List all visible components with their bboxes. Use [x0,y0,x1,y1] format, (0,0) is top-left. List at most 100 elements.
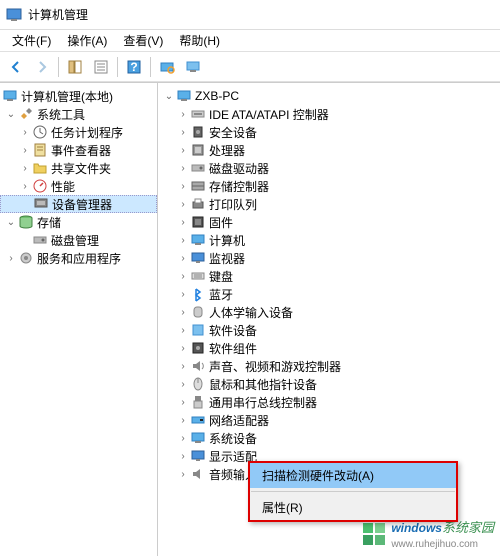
device-category-software[interactable]: ›软件设备 [158,321,500,339]
device-category-mouse[interactable]: ›鼠标和其他指针设备 [158,375,500,393]
device-category-diskdrive[interactable]: ›磁盘驱动器 [158,159,500,177]
device-category-cpu[interactable]: ›处理器 [158,141,500,159]
expand-icon[interactable]: › [176,269,190,283]
forward-button[interactable] [30,55,54,79]
devices-button[interactable] [181,55,205,79]
svg-text:?: ? [130,60,137,74]
device-category-label: 声音、视频和游戏控制器 [209,358,341,375]
tree-root-computer-management[interactable]: 计算机管理(本地) [0,87,157,105]
device-category-label: 监视器 [209,250,245,267]
diskdrive-icon [190,160,206,176]
device-category-netadapter[interactable]: › 网络适配器 [158,411,500,429]
device-category-sound[interactable]: › 声音、视频和游戏控制器 [158,357,500,375]
device-category-hid[interactable]: ›人体学输入设备 [158,303,500,321]
device-category-firmware[interactable]: ›固件 [158,213,500,231]
ide-icon [190,106,206,122]
context-menu: 扫描检测硬件改动(A) 属性(R) [248,461,458,522]
tree-device-manager[interactable]: 设备管理器 [0,195,157,213]
device-category-monitor[interactable]: › 监视器 [158,249,500,267]
expand-icon[interactable]: › [18,143,32,157]
tree-storage[interactable]: ⌄ 存储 [0,213,157,231]
expand-icon[interactable]: › [18,179,32,193]
tree-label: 存储 [37,214,61,231]
device-category-security[interactable]: › 安全设备 [158,123,500,141]
netadapter-icon [190,412,206,428]
menubar: 文件(F) 操作(A) 查看(V) 帮助(H) [0,30,500,52]
tree-label: 事件查看器 [51,142,111,159]
tree-task-scheduler[interactable]: › 任务计划程序 [0,123,157,141]
device-category-swcomp[interactable]: ›软件组件 [158,339,500,357]
back-button[interactable] [4,55,28,79]
tree-event-viewer[interactable]: › 事件查看器 [0,141,157,159]
expand-icon[interactable]: › [176,251,190,265]
help-button[interactable]: ? [122,55,146,79]
expand-icon[interactable]: › [176,341,190,355]
device-category-printqueue[interactable]: ›打印队列 [158,195,500,213]
device-category-keyboard[interactable]: › 键盘 [158,267,500,285]
device-category-computer[interactable]: ›计算机 [158,231,500,249]
keyboard-icon [190,268,206,284]
tree-shared-folders[interactable]: › 共享文件夹 [0,159,157,177]
windows-logo-icon [361,521,387,547]
expand-icon[interactable]: › [176,395,190,409]
collapse-icon[interactable]: ⌄ [4,215,18,229]
computer-icon [190,232,206,248]
expand-icon[interactable]: › [4,251,18,265]
folder-share-icon [32,160,48,176]
device-category-usb[interactable]: › 通用串行总线控制器 [158,393,500,411]
expand-icon[interactable]: › [18,125,32,139]
expand-icon[interactable]: › [176,467,190,481]
mouse-icon [190,376,206,392]
menu-view[interactable]: 查看(V) [115,30,171,51]
watermark-main: windows [391,521,442,535]
collapse-icon[interactable]: ⌄ [4,107,18,121]
expand-icon[interactable]: › [176,161,190,175]
tree-disk-management[interactable]: 磁盘管理 [0,231,157,249]
expand-icon[interactable]: › [176,125,190,139]
expand-icon[interactable]: › [176,287,190,301]
expand-icon[interactable]: › [176,215,190,229]
expand-icon[interactable]: › [176,233,190,247]
show-hide-button[interactable] [63,55,87,79]
storagectrl-icon [190,178,206,194]
tree-label: 计算机管理(本地) [21,88,113,105]
device-category-label: 通用串行总线控制器 [209,394,317,411]
menu-action[interactable]: 操作(A) [59,30,115,51]
ctx-properties[interactable]: 属性(R) [250,495,456,520]
expand-icon[interactable]: › [176,449,190,463]
device-category-bluetooth[interactable]: ›蓝牙 [158,285,500,303]
properties-button[interactable] [89,55,113,79]
device-category-label: 安全设备 [209,124,257,141]
collapse-icon[interactable]: ⌄ [162,89,176,103]
expand-icon[interactable]: › [176,413,190,427]
device-category-storagectrl[interactable]: ›存储控制器 [158,177,500,195]
expand-icon[interactable]: › [176,359,190,373]
device-category-label: 系统设备 [209,430,257,447]
scan-hardware-button[interactable] [155,55,179,79]
tree-system-tools[interactable]: ⌄ 系统工具 [0,105,157,123]
expand-icon[interactable]: › [176,377,190,391]
device-category-ide[interactable]: ›IDE ATA/ATAPI 控制器 [158,105,500,123]
device-category-label: 键盘 [209,268,233,285]
device-category-sysdevices[interactable]: › 系统设备 [158,429,500,447]
expand-icon[interactable]: › [18,161,32,175]
expand-icon[interactable]: › [176,431,190,445]
device-root[interactable]: ⌄ ZXB-PC [158,87,500,105]
menu-file[interactable]: 文件(F) [4,30,59,51]
expand-icon[interactable]: › [176,107,190,121]
software-icon [190,322,206,338]
tree-label: 设备管理器 [52,196,112,213]
tree-performance[interactable]: › 性能 [0,177,157,195]
window-title: 计算机管理 [28,6,88,23]
display-icon [190,448,206,464]
expand-icon[interactable]: › [176,197,190,211]
menu-help[interactable]: 帮助(H) [171,30,228,51]
expand-icon[interactable]: › [176,323,190,337]
ctx-scan-hardware[interactable]: 扫描检测硬件改动(A) [250,463,456,488]
expand-icon[interactable]: › [176,143,190,157]
device-category-label: 网络适配器 [209,412,269,429]
toolbar-separator [58,57,59,77]
tree-services-apps[interactable]: › 服务和应用程序 [0,249,157,267]
expand-icon[interactable]: › [176,305,190,319]
expand-icon[interactable]: › [176,179,190,193]
